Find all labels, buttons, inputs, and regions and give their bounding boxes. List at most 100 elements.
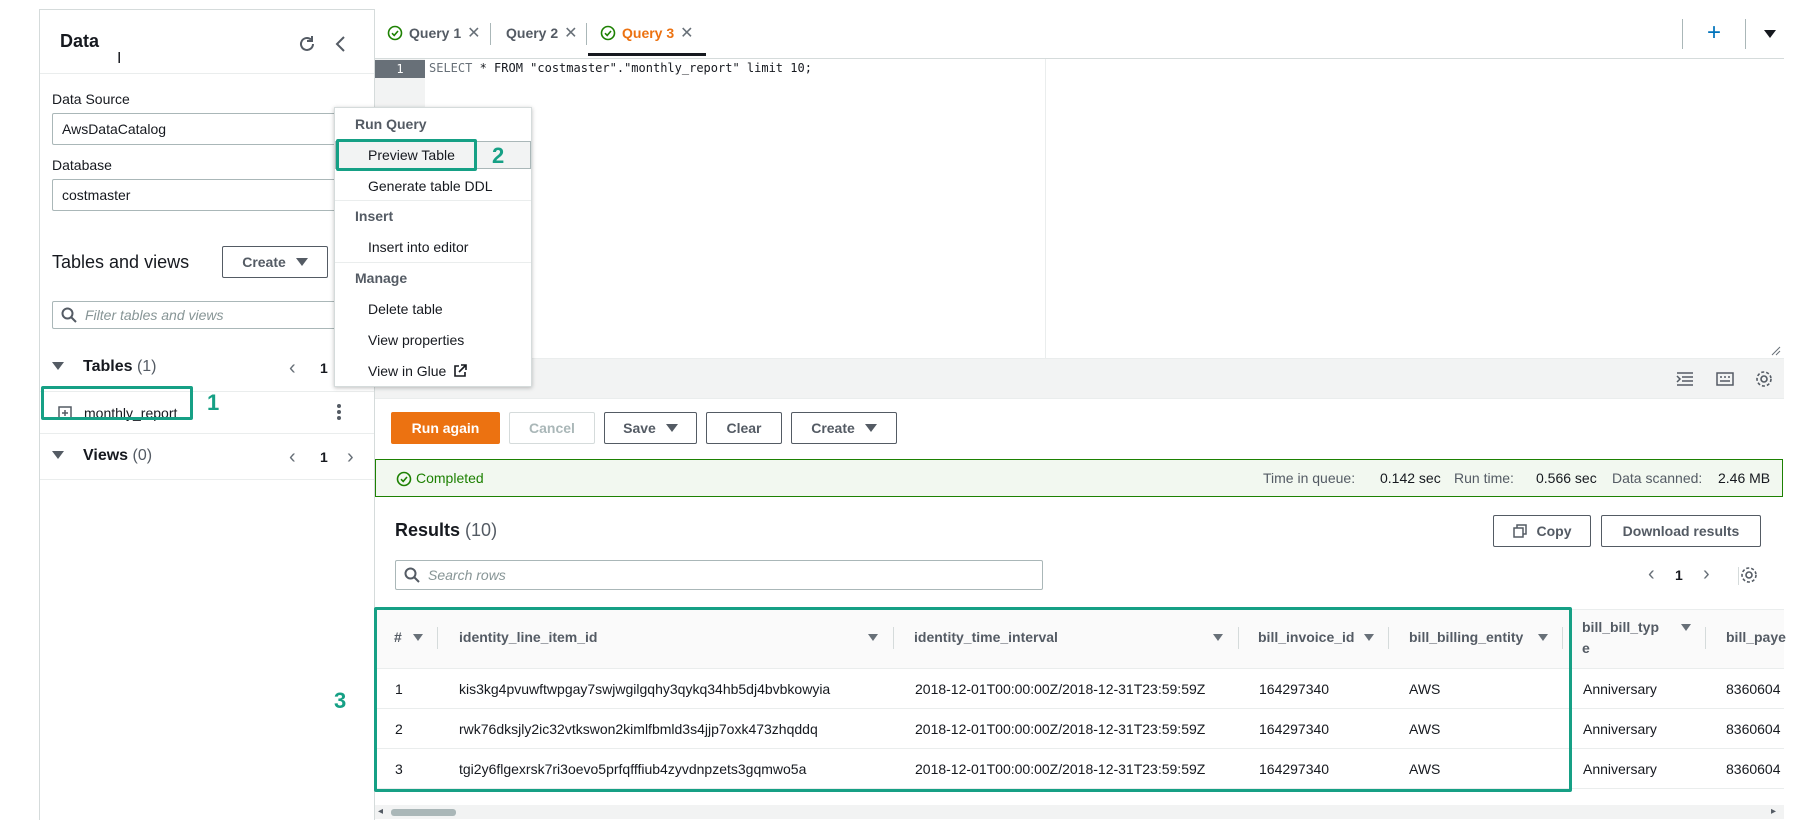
menu-separator: [335, 262, 531, 263]
database-select[interactable]: costmaster: [52, 179, 338, 211]
tables-views-title: Tables and views: [52, 252, 190, 272]
tab-separator: [1745, 19, 1746, 49]
column-header-bill-bill-type[interactable]: bill_bill_typ: [1582, 619, 1659, 635]
add-tab-icon[interactable]: +: [1707, 21, 1721, 45]
close-tab-icon[interactable]: ✕: [564, 23, 577, 43]
annotation-number-3: 3: [334, 688, 347, 713]
tables-prev-page-icon[interactable]: ‹: [289, 358, 296, 378]
refresh-icon[interactable]: [297, 34, 317, 54]
search-rows-input[interactable]: [428, 567, 1003, 583]
cancel-button[interactable]: Cancel: [509, 412, 595, 444]
editor-settings-icon[interactable]: [1755, 370, 1773, 388]
run-again-button[interactable]: Run again: [391, 412, 500, 444]
annotation-number-1: 1: [207, 390, 220, 415]
results-page-number[interactable]: 1: [1675, 567, 1683, 583]
cell-bill-type: Anniversary: [1583, 721, 1657, 737]
external-link-icon: [454, 364, 468, 377]
scroll-right-icon[interactable]: ▸: [1771, 806, 1776, 817]
menu-item-delete-table[interactable]: Delete table: [368, 301, 443, 317]
tab-label: Query 2: [506, 25, 559, 41]
completed-check-icon: [396, 471, 412, 487]
success-check-icon: [387, 25, 403, 41]
tables-count: (1): [136, 358, 157, 375]
sql-code-rest: * FROM "costmaster"."monthly_report" lim…: [472, 61, 812, 75]
views-section-header[interactable]: Views (0): [83, 447, 152, 465]
create-button[interactable]: Create: [791, 412, 897, 444]
sort-icon[interactable]: [1681, 624, 1691, 631]
save-button[interactable]: Save: [604, 412, 697, 444]
results-next-page-icon[interactable]: ›: [1703, 564, 1710, 584]
views-page-number[interactable]: 1: [320, 449, 328, 465]
tab-separator: [586, 23, 587, 45]
download-results-button[interactable]: Download results: [1601, 515, 1761, 547]
menu-item-insert-editor[interactable]: Insert into editor: [368, 239, 468, 255]
data-scanned-value: 2.46 MB: [1718, 470, 1771, 486]
cell-bill-type: Anniversary: [1583, 761, 1657, 777]
tab-query-1[interactable]: Query 1 ✕: [387, 9, 481, 57]
menu-item-view-properties[interactable]: View properties: [368, 332, 464, 348]
menu-item-generate-ddl[interactable]: Generate table DDL: [368, 178, 493, 194]
menu-item-view-in-glue[interactable]: View in Glue: [368, 363, 468, 379]
results-prev-page-icon[interactable]: ‹: [1648, 564, 1655, 584]
run-time-value: 0.566 sec: [1536, 470, 1597, 486]
data-source-select[interactable]: AwsDataCatalog: [52, 113, 338, 145]
collapse-panel-icon[interactable]: [333, 34, 347, 54]
time-in-queue-label: Time in queue:: [1263, 470, 1356, 486]
create-table-button[interactable]: Create: [222, 246, 328, 278]
scroll-left-icon[interactable]: ◂: [378, 806, 383, 817]
clear-button[interactable]: Clear: [706, 412, 782, 444]
athena-console: Data I Data Source AwsDataCatalog Databa…: [0, 0, 1819, 820]
tab-menu-icon[interactable]: [1764, 30, 1776, 38]
close-tab-icon[interactable]: ✕: [680, 23, 693, 43]
sql-keyword: SELECT: [429, 61, 473, 75]
views-divider: [40, 479, 374, 480]
keyboard-shortcuts-icon[interactable]: [1716, 371, 1734, 387]
search-icon: [404, 567, 420, 583]
cell-bill-type: Anniversary: [1583, 681, 1657, 697]
search-rows[interactable]: [395, 560, 1043, 590]
views-count: (0): [132, 447, 153, 464]
tab-separator: [490, 23, 491, 45]
tab-label: Query 1: [409, 25, 462, 41]
column-header-bill-payer[interactable]: bill_paye: [1726, 629, 1786, 645]
column-separator[interactable]: [1705, 627, 1706, 649]
query-tab-bar: Query 1 ✕ Query 2 ✕ Query 3 ✕ +: [375, 9, 1784, 59]
annotation-box-table: [41, 386, 193, 420]
data-scanned-label: Data scanned:: [1612, 470, 1703, 486]
views-expand-icon[interactable]: [52, 451, 64, 459]
database-label: Database: [52, 157, 112, 173]
close-tab-icon[interactable]: ✕: [467, 23, 480, 43]
caret-down-icon: [665, 424, 678, 432]
tables-page-number[interactable]: 1: [320, 360, 328, 376]
cell-bill-payer: 8360604: [1726, 761, 1781, 777]
tables-expand-icon[interactable]: [52, 362, 64, 370]
copy-results-button[interactable]: Copy: [1493, 515, 1591, 547]
sql-code[interactable]: SELECT * FROM "costmaster"."monthly_repo…: [429, 61, 812, 75]
menu-separator: [335, 200, 531, 201]
panel-title: Data: [60, 31, 100, 51]
views-next-page-icon[interactable]: ›: [347, 447, 354, 467]
table-actions-icon[interactable]: [336, 403, 342, 421]
filter-tables-input[interactable]: [85, 307, 334, 323]
scrollbar-thumb[interactable]: [391, 809, 456, 816]
query-status-bar: Completed Time in queue: 0.142 sec Run t…: [375, 459, 1783, 497]
tables-section-header[interactable]: Tables (1): [83, 358, 157, 376]
results-settings-icon[interactable]: [1740, 566, 1758, 584]
tab-query-3[interactable]: Query 3 ✕: [600, 9, 694, 57]
tab-query-2[interactable]: Query 2 ✕: [506, 9, 578, 57]
annotation-number-2: 2: [492, 143, 505, 168]
query-status-text: Completed: [416, 470, 484, 486]
caret-down-icon: [864, 424, 877, 432]
table-item-divider: [40, 433, 374, 434]
save-button-label: Save: [623, 420, 656, 436]
tab-label: Query 3: [622, 25, 675, 41]
views-prev-page-icon[interactable]: ‹: [289, 447, 296, 467]
sql-editor[interactable]: 1 SELECT * FROM "costmaster"."monthly_re…: [375, 59, 1784, 359]
active-tab-indicator: [588, 53, 706, 56]
filter-tables-search[interactable]: [52, 301, 338, 329]
format-query-icon[interactable]: [1676, 371, 1694, 387]
horizontal-scrollbar[interactable]: ◂ ▸: [375, 805, 1784, 819]
resize-handle-icon[interactable]: [1771, 346, 1781, 356]
annotation-box-results: [374, 607, 1572, 792]
run-time-label: Run time:: [1454, 470, 1514, 486]
